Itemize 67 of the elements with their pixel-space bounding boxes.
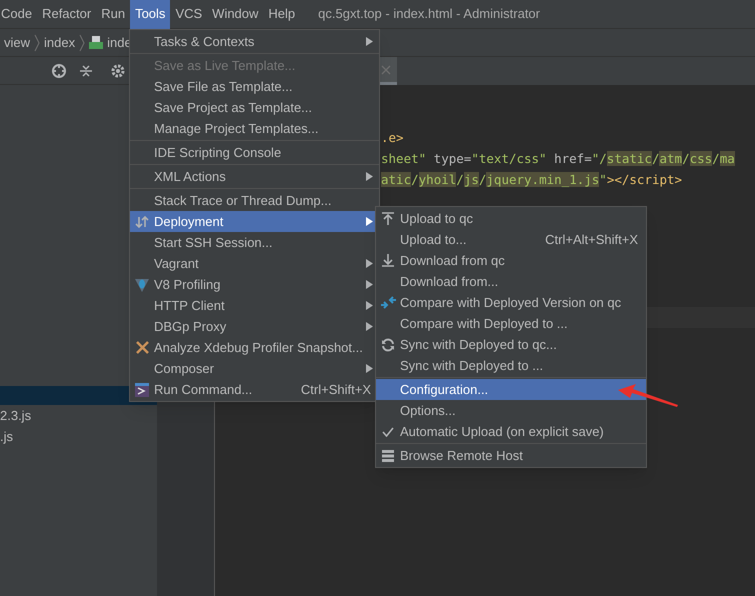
submenu-arrow-icon bbox=[366, 172, 373, 181]
menu-item: Save as Live Template... bbox=[153, 56, 296, 75]
menu-item[interactable]: Sync with Deployed to ... bbox=[376, 355, 646, 376]
menu-item[interactable]: Stack Trace or Thread Dump... bbox=[130, 190, 379, 211]
menu-item[interactable]: V8 Profiling bbox=[130, 274, 379, 295]
menu-item[interactable]: Configuration... bbox=[376, 379, 646, 400]
submenu-arrow-icon bbox=[366, 37, 373, 46]
code-line: atic/yhoil/js/jquery.min_1.js"></script> bbox=[381, 171, 682, 189]
terminal-icon bbox=[135, 382, 149, 396]
menu-item[interactable]: Download from... bbox=[376, 271, 646, 292]
menu-bar-item[interactable]: Window bbox=[207, 0, 264, 28]
menu-item[interactable]: Options... bbox=[376, 400, 646, 421]
server-icon bbox=[382, 450, 394, 462]
upload-icon bbox=[382, 212, 394, 225]
menu-item[interactable]: IDE Scripting Console bbox=[130, 142, 379, 163]
submenu-arrow-icon bbox=[366, 217, 373, 226]
submenu-arrow-icon bbox=[366, 322, 373, 331]
chevron-icon bbox=[34, 34, 40, 52]
html-file-icon bbox=[89, 36, 104, 49]
window-title: qc.5gxt.top - index.html - Administrator bbox=[318, 5, 540, 24]
menu-item[interactable]: DBGp Proxy bbox=[130, 316, 379, 337]
submenu-arrow-icon bbox=[366, 364, 373, 373]
menu-item[interactable]: Manage Project Templates... bbox=[130, 118, 379, 139]
menu-item[interactable]: Vagrant bbox=[130, 253, 379, 274]
submenu-arrow-icon bbox=[366, 301, 373, 310]
submenu-arrow-icon bbox=[366, 280, 373, 289]
arrows-icon bbox=[135, 214, 149, 228]
download-icon bbox=[382, 254, 394, 267]
menu-item[interactable]: Analyze Xdebug Profiler Snapshot... bbox=[130, 337, 379, 358]
menu-item[interactable]: HTTP Client bbox=[130, 295, 379, 316]
menu-bar-item[interactable]: Help bbox=[263, 0, 300, 28]
menu-item[interactable]: XML Actions bbox=[130, 166, 379, 187]
menu-item[interactable]: Sync with Deployed to qc... bbox=[376, 334, 646, 355]
code-line: sheet" type="text/css" href="/static/atm/css/ma bbox=[381, 150, 735, 168]
breadcrumb[interactable]: index bbox=[44, 32, 76, 52]
menu-item[interactable]: Run Command... Ctrl+Shift+X bbox=[130, 379, 379, 400]
chevron-icon bbox=[79, 34, 86, 52]
breadcrumb[interactable]: view bbox=[4, 32, 30, 52]
submenu-arrow-icon bbox=[366, 259, 373, 268]
menu-bar-item[interactable]: VCS bbox=[170, 0, 208, 28]
menu-item[interactable]: Download from qc bbox=[376, 250, 646, 271]
menu-item[interactable]: Save Project as Template... bbox=[130, 97, 379, 118]
shield-icon bbox=[134, 276, 150, 292]
menu-item[interactable]: Upload to... Ctrl+Alt+Shift+X bbox=[376, 229, 646, 250]
menu-item[interactable]: Tasks & Contexts bbox=[130, 31, 379, 52]
arrow-drawing bbox=[616, 384, 680, 409]
menu-item[interactable]: Save File as Template... bbox=[130, 76, 379, 97]
menu-bar-item[interactable]: Tools bbox=[130, 0, 170, 28]
locate-icon[interactable] bbox=[51, 62, 67, 78]
cross-icon bbox=[134, 340, 150, 355]
menu-bar-item[interactable]: Refactor bbox=[37, 0, 96, 28]
collapse-icon[interactable] bbox=[79, 64, 93, 78]
menu-item[interactable]: Compare with Deployed to ... bbox=[376, 313, 646, 334]
compare-icon bbox=[380, 295, 396, 310]
file-item[interactable]: .js bbox=[0, 426, 13, 447]
menu-bar-item[interactable]: Code bbox=[0, 0, 38, 28]
file-item[interactable]: 2.3.js bbox=[0, 405, 32, 426]
menu-item[interactable]: Automatic Upload (on explicit save) bbox=[376, 421, 646, 442]
menu-item[interactable]: Browse Remote Host bbox=[376, 445, 646, 466]
code-line: .e> bbox=[381, 129, 404, 147]
menu-item[interactable]: Upload to qc bbox=[376, 208, 646, 229]
menu-item[interactable]: Start SSH Session... bbox=[130, 232, 379, 253]
menu-item[interactable]: Compare with Deployed Version on qc bbox=[376, 292, 646, 313]
menu-item[interactable]: Composer bbox=[130, 358, 379, 379]
menu-bar-item[interactable]: Run bbox=[96, 0, 130, 28]
gear-icon[interactable] bbox=[111, 64, 125, 78]
sync-icon bbox=[381, 338, 395, 352]
